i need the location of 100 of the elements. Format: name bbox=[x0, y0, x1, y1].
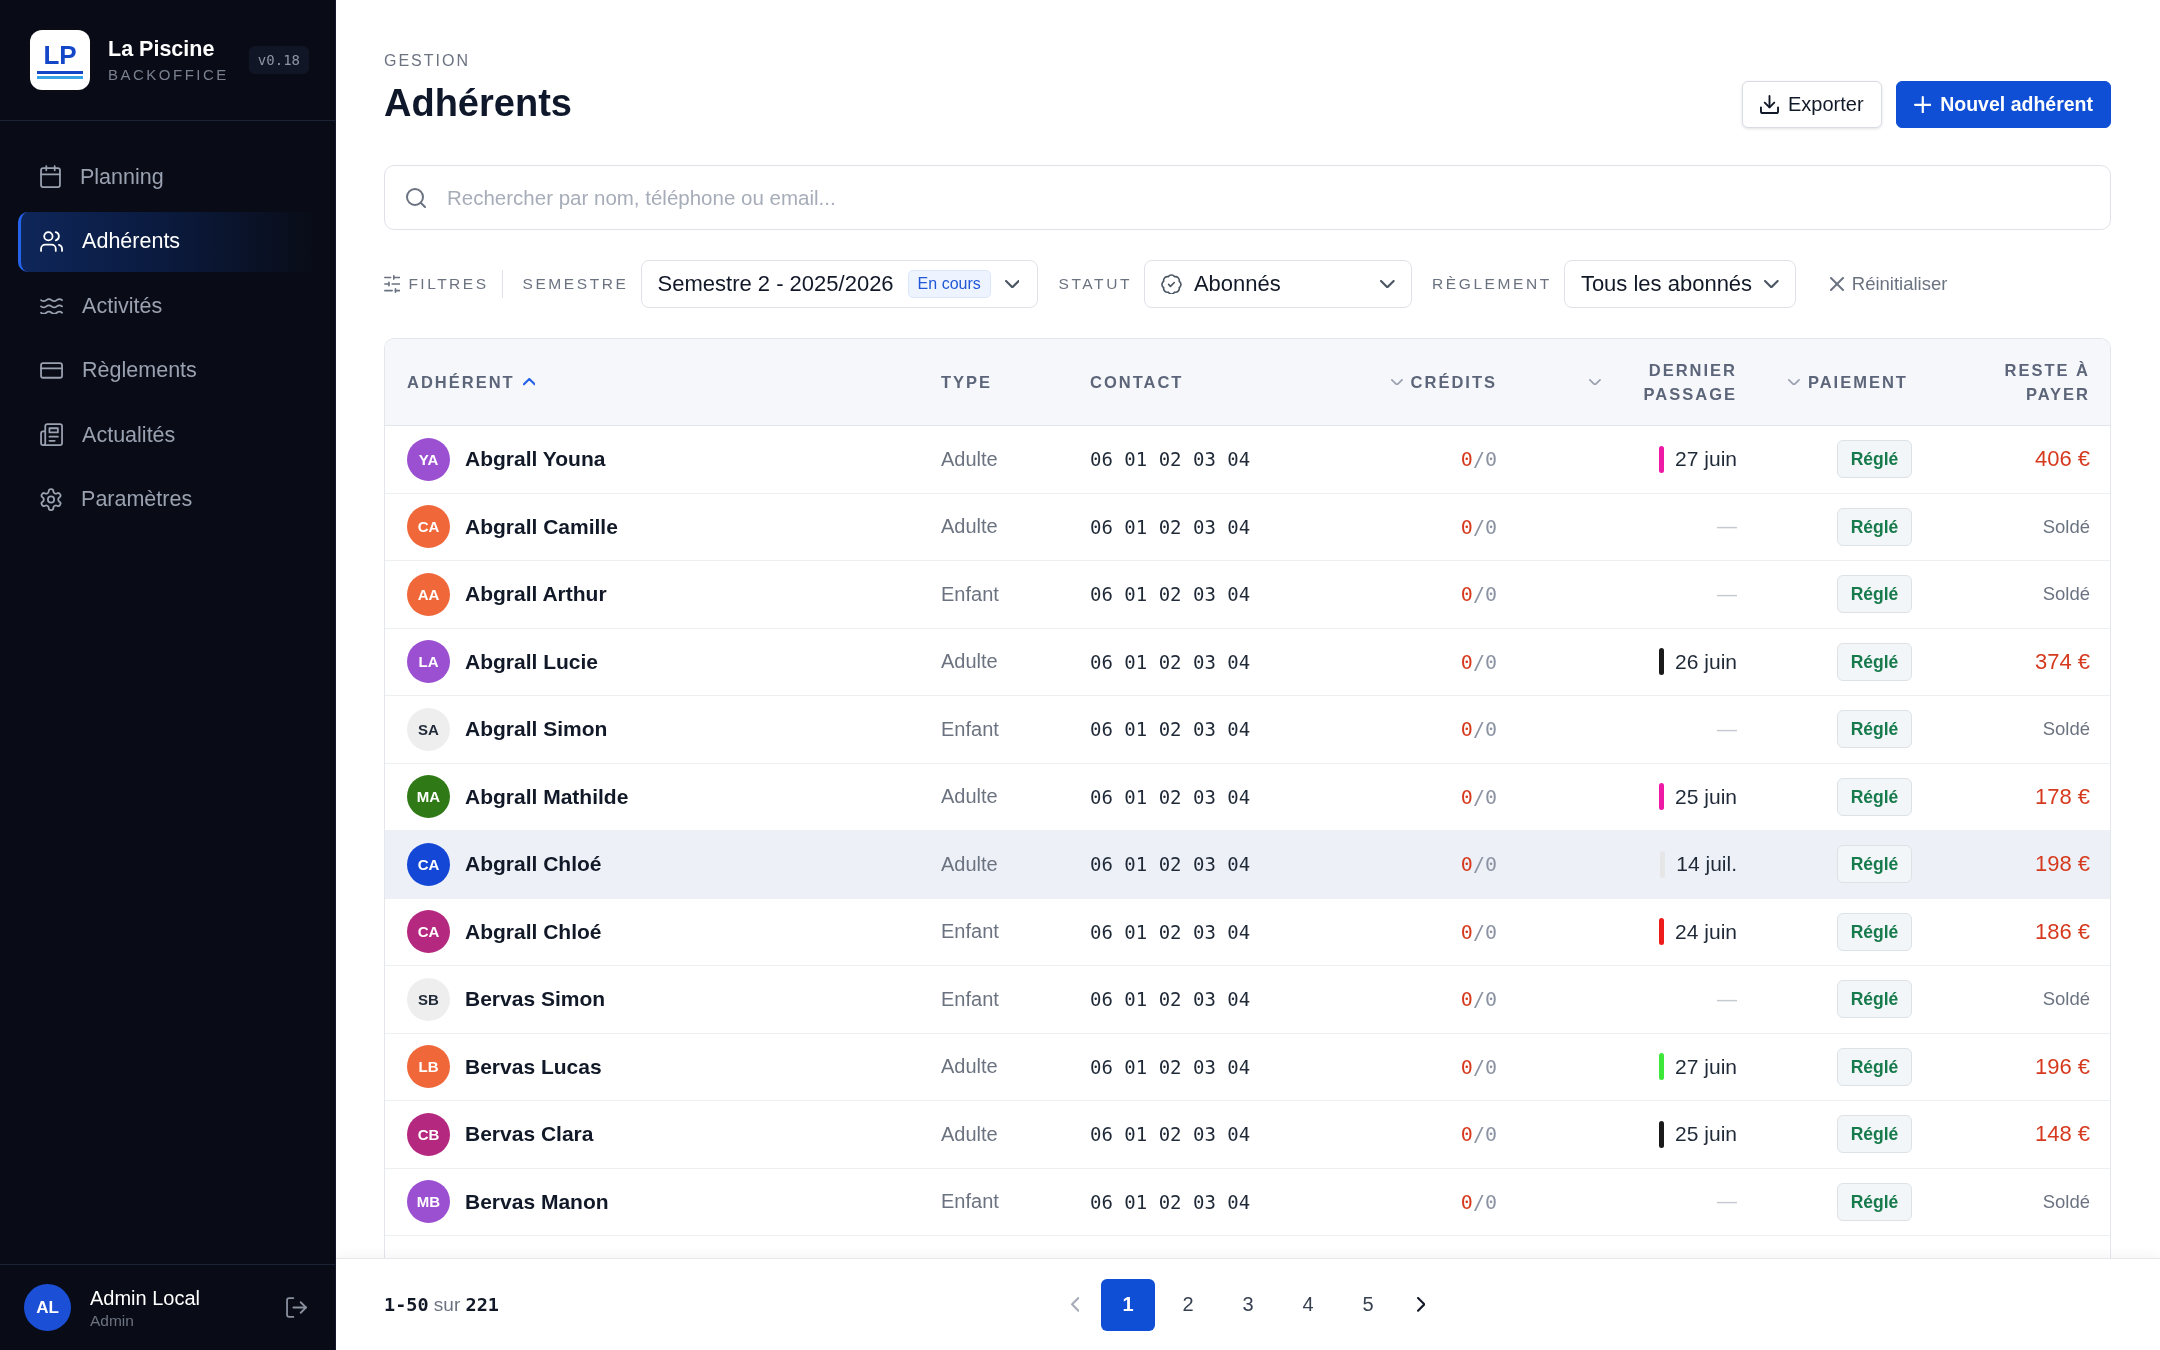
column-header[interactable]: ADHÉRENT bbox=[407, 370, 941, 394]
table-row[interactable]: YA Abgrall Youna Adulte 06 01 02 03 04 0/0 27 juin Réglé 406 € bbox=[385, 426, 2110, 494]
export-button[interactable]: Exporter bbox=[1742, 81, 1882, 128]
table-row[interactable]: LB Bervas Lucas Adulte 06 01 02 03 04 0/0 27 juin Réglé 196 € bbox=[385, 1033, 2110, 1101]
page-button[interactable]: 2 bbox=[1161, 1278, 1215, 1331]
member-name: Abgrall Chloé bbox=[465, 852, 602, 877]
page-button[interactable]: 1 bbox=[1101, 1278, 1155, 1331]
payment-badge: Réglé bbox=[1836, 1115, 1913, 1154]
chevron-left-icon bbox=[1070, 1297, 1080, 1312]
member-name: Abgrall Lucie bbox=[465, 649, 599, 674]
credits-count: 0/0 bbox=[1460, 987, 1497, 1012]
payment-badge: Réglé bbox=[1836, 777, 1913, 816]
column-header[interactable]: CRÉDITS bbox=[1361, 370, 1497, 394]
member-type: Adulte bbox=[941, 1055, 998, 1079]
filters-title: FILTRES bbox=[408, 275, 489, 293]
payment-badge: Réglé bbox=[1836, 845, 1913, 884]
credits-count: 0/0 bbox=[1460, 784, 1497, 809]
payment-badge: Réglé bbox=[1836, 575, 1913, 614]
avatar: YA bbox=[407, 437, 450, 481]
logout-button[interactable] bbox=[284, 1295, 309, 1320]
avatar: CA bbox=[407, 505, 450, 549]
filter-label: STATUT bbox=[1058, 275, 1132, 293]
chevron-down-icon bbox=[1380, 279, 1395, 289]
nav-item[interactable]: Paramètres bbox=[18, 469, 319, 530]
table-row[interactable]: CA Abgrall Camille Adulte 06 01 02 03 04 0/0 — Réglé Soldé bbox=[385, 493, 2110, 561]
payment-badge: Réglé bbox=[1836, 980, 1913, 1019]
last-visit-date: 24 juin bbox=[1675, 919, 1737, 944]
check-badge-icon bbox=[1161, 273, 1182, 295]
nav-item[interactable]: Planning bbox=[18, 147, 319, 207]
section-label: GESTION bbox=[384, 51, 471, 71]
phone-number: 06 01 02 03 04 bbox=[1090, 920, 1251, 943]
app-title: La Piscine bbox=[108, 35, 216, 62]
balance-amount: 374 € bbox=[2034, 648, 2090, 675]
column-header: RESTE À PAYER bbox=[2003, 360, 2090, 405]
status-select[interactable]: Abonnés bbox=[1144, 260, 1412, 308]
calendar-icon bbox=[40, 165, 61, 189]
credits-count: 0/0 bbox=[1460, 919, 1497, 944]
column-header[interactable]: DERNIER PASSAGE bbox=[1497, 358, 1737, 406]
credits-count: 0/0 bbox=[1460, 1189, 1497, 1214]
member-type: Enfant bbox=[941, 717, 999, 741]
search-icon bbox=[406, 187, 426, 208]
avatar: CB bbox=[407, 1112, 450, 1156]
newspaper-icon bbox=[40, 423, 64, 447]
phone-number: 06 01 02 03 04 bbox=[1090, 1190, 1251, 1213]
table-row[interactable]: SA Abgrall Simon Enfant 06 01 02 03 04 0/0 — Réglé Soldé bbox=[385, 696, 2110, 764]
chevron-down-icon bbox=[1004, 279, 1020, 289]
reset-button[interactable]: Réinitialiser bbox=[1829, 273, 1948, 295]
member-name: Abgrall Mathilde bbox=[465, 784, 629, 809]
member-type: Adulte bbox=[941, 852, 998, 876]
current-badge: En cours bbox=[907, 270, 991, 298]
filter-label: RÈGLEMENT bbox=[1432, 275, 1552, 293]
page-button[interactable]: 5 bbox=[1341, 1278, 1395, 1331]
last-visit-date: 27 juin bbox=[1675, 447, 1737, 472]
payment-badge: Réglé bbox=[1836, 1182, 1913, 1221]
balance-amount: Soldé bbox=[2042, 583, 2090, 606]
table-row[interactable]: AA Abgrall Arthur Enfant 06 01 02 03 04 0/0 — Réglé Soldé bbox=[385, 561, 2110, 629]
avatar: SB bbox=[407, 977, 450, 1021]
logout-icon bbox=[286, 1297, 307, 1318]
avatar: AA bbox=[407, 572, 450, 616]
avatar: CA bbox=[407, 910, 450, 954]
nav-item[interactable]: Activités bbox=[18, 276, 319, 336]
last-visit-date: 14 juil. bbox=[1676, 852, 1737, 877]
balance-amount: Soldé bbox=[2042, 718, 2090, 741]
payment-select[interactable]: Tous les abonnés bbox=[1563, 260, 1796, 308]
table-row[interactable]: CB Bervas Clara Adulte 06 01 02 03 04 0/0 25 juin Réglé 148 € bbox=[385, 1101, 2110, 1169]
credits-count: 0/0 bbox=[1460, 649, 1497, 674]
semester-select[interactable]: Semestre 2 - 2025/2026 En cours bbox=[640, 260, 1039, 308]
page-button[interactable]: 3 bbox=[1221, 1278, 1275, 1331]
new-member-button[interactable]: Nouvel adhérent bbox=[1895, 81, 2111, 128]
column-header: TYPE bbox=[941, 372, 994, 393]
credits-count: 0/0 bbox=[1460, 514, 1497, 539]
table-row[interactable]: SB Bervas Simon Enfant 06 01 02 03 04 0/0 — Réglé Soldé bbox=[385, 966, 2110, 1034]
balance-amount: Soldé bbox=[2042, 515, 2090, 538]
credits-count: 0/0 bbox=[1460, 1122, 1497, 1147]
table-row[interactable]: MB Bervas Manon Enfant 06 01 02 03 04 0/0 — Réglé Soldé bbox=[385, 1168, 2110, 1236]
member-type: Adulte bbox=[941, 447, 998, 471]
payment-badge: Réglé bbox=[1836, 710, 1913, 749]
page-button[interactable]: 4 bbox=[1281, 1278, 1335, 1331]
empty-dash: — bbox=[1717, 987, 1737, 1011]
chevron-right-icon bbox=[1416, 1297, 1426, 1312]
payment-badge: Réglé bbox=[1836, 912, 1913, 951]
close-icon bbox=[1829, 277, 1844, 291]
column-header: CONTACT bbox=[1090, 372, 1185, 393]
credits-count: 0/0 bbox=[1460, 447, 1497, 472]
table-row[interactable]: CA Abgrall Chloé Adulte 06 01 02 03 04 0/0 14 juil. Réglé 198 € bbox=[385, 831, 2110, 899]
empty-dash: — bbox=[1717, 1190, 1737, 1214]
nav-item[interactable]: Règlements bbox=[18, 340, 319, 401]
credits-count: 0/0 bbox=[1460, 1054, 1497, 1079]
table-row[interactable]: LA Abgrall Lucie Adulte 06 01 02 03 04 0/0 26 juin Réglé 374 € bbox=[385, 628, 2110, 696]
member-name: Abgrall Camille bbox=[465, 514, 618, 539]
table-row[interactable]: CA Abgrall Chloé Enfant 06 01 02 03 04 0/0 24 juin Réglé 186 € bbox=[385, 898, 2110, 966]
search-field[interactable]: Rechercher par nom, téléphone ou email... bbox=[384, 165, 2111, 230]
nav-item[interactable]: Actualités bbox=[18, 405, 319, 465]
member-type: Enfant bbox=[941, 582, 999, 606]
column-header[interactable]: PAIEMENT bbox=[1737, 370, 1986, 394]
member-name: Abgrall Arthur bbox=[465, 582, 607, 607]
app-subtitle: BACKOFFICE bbox=[108, 64, 229, 85]
phone-number: 06 01 02 03 04 bbox=[1090, 1123, 1251, 1146]
credits-count: 0/0 bbox=[1460, 717, 1497, 742]
balance-amount: 186 € bbox=[2034, 918, 2090, 945]
